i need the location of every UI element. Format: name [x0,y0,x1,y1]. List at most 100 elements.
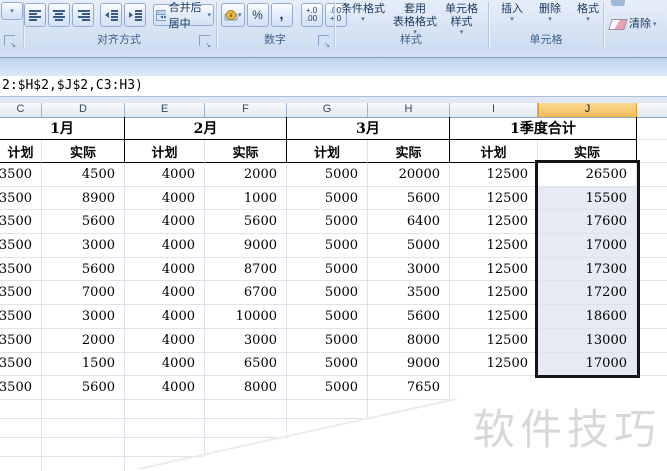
cell-C10[interactable]: 3500 [0,328,42,353]
column-header-I[interactable]: I [450,103,538,117]
cell-E12[interactable]: 4000 [125,376,205,400]
align-left-button[interactable] [24,3,46,27]
cell-D4[interactable]: 8900 [42,186,125,211]
cell-K4[interactable] [637,187,667,211]
cell-D10[interactable]: 2000 [42,328,125,353]
cell-G7[interactable]: 5000 [287,257,368,282]
cell-C7[interactable]: 3500 [0,257,42,282]
column-header-H[interactable]: H [368,103,450,117]
cell-G11[interactable]: 5000 [287,352,368,377]
cell-F8[interactable]: 6700 [205,281,287,306]
merged-header-1[interactable]: 1月 [0,117,125,140]
sub-header-G2[interactable]: 计划 [287,140,368,163]
cell-E5[interactable]: 4000 [125,210,205,235]
cell-C9[interactable]: 3500 [0,305,42,329]
cell-F6[interactable]: 9000 [205,234,287,258]
cell-I8[interactable]: 12500 [450,281,538,306]
cell-G12[interactable]: 5000 [287,376,368,400]
cell-H5[interactable]: 6400 [368,210,450,235]
cell-D8[interactable]: 7000 [42,281,125,306]
increase-indent-button[interactable] [124,3,147,27]
delete-cells-button[interactable]: 删除 ▾ [536,2,564,24]
cell-E8[interactable]: 4000 [125,281,205,306]
percent-style-button[interactable]: % [246,3,269,27]
autosum-icon-partial[interactable] [611,0,625,6]
merged-header-3[interactable]: 3月 [287,117,450,140]
cell-K6[interactable] [637,234,667,258]
cell-F5[interactable]: 5600 [205,210,287,235]
align-right-button[interactable] [72,3,94,27]
cell-C8[interactable]: 3500 [0,281,42,306]
cell-K2[interactable] [637,140,667,163]
cell-F13[interactable] [205,399,287,419]
decrease-indent-button[interactable] [100,3,123,27]
cell-H9[interactable]: 5600 [368,305,450,329]
cell-K5[interactable] [637,210,667,235]
column-header-J[interactable]: J [538,103,637,117]
cell-E15[interactable] [125,437,205,457]
cell-F4[interactable]: 1000 [205,186,287,211]
cell-C13[interactable] [0,399,42,419]
cell-E11[interactable]: 4000 [125,352,205,377]
cell-H3[interactable]: 20000 [368,163,450,187]
cell-K7[interactable] [637,258,667,282]
merge-center-button[interactable]: 合并后居中 ▾ [152,2,214,30]
format-cells-button[interactable]: 格式 ▾ [574,2,602,24]
cell-G4[interactable]: 5000 [287,186,368,211]
cell-I7[interactable]: 12500 [450,257,538,282]
cell-H11[interactable]: 9000 [368,352,450,377]
cell-C4[interactable]: 3500 [0,186,42,211]
cell-F9[interactable]: 10000 [205,305,287,329]
border-dropdown-button[interactable]: ▾ [1,2,23,20]
cell-I10[interactable]: 12500 [450,328,538,353]
cell-G10[interactable]: 5000 [287,328,368,353]
cell-I11[interactable]: 12500 [450,352,538,377]
cell-G3[interactable]: 5000 [287,163,368,187]
cell-E6[interactable]: 4000 [125,234,205,258]
cell-E7[interactable]: 4000 [125,257,205,282]
cell-E14[interactable] [125,418,205,438]
font-dialog-launcher-icon[interactable] [4,35,16,49]
cell-D15[interactable] [42,437,125,457]
merged-header-2[interactable]: 2月 [125,117,287,140]
cell-H6[interactable]: 5000 [368,234,450,258]
cell-H7[interactable]: 3000 [368,257,450,282]
column-header-C[interactable]: C [0,103,42,117]
cell-G6[interactable]: 5000 [287,234,368,258]
cell-F12[interactable]: 8000 [205,376,287,400]
cell-D5[interactable]: 5600 [42,210,125,235]
column-header-F[interactable]: F [205,103,287,117]
cell-D14[interactable] [42,418,125,438]
accounting-format-button[interactable]: ¥ ▾ [221,3,245,27]
cell-F3[interactable]: 2000 [205,163,287,187]
cell-G13[interactable] [287,399,368,419]
cell-D13[interactable] [42,399,125,419]
cell-E9[interactable]: 4000 [125,305,205,329]
cell-G9[interactable]: 5000 [287,305,368,329]
cell-K10[interactable] [637,329,667,353]
insert-cells-button[interactable]: 插入 ▾ [498,2,526,24]
cell-C12[interactable]: 3500 [0,376,42,400]
cell-H10[interactable]: 8000 [368,328,450,353]
cell-E10[interactable]: 4000 [125,328,205,353]
column-header-D[interactable]: D [42,103,125,117]
cell-I4[interactable]: 12500 [450,186,538,211]
cell-E4[interactable]: 4000 [125,186,205,211]
cell-K8[interactable] [637,281,667,306]
number-dialog-launcher-icon[interactable] [318,35,330,49]
cell-D3[interactable]: 4500 [42,163,125,187]
cell-H4[interactable]: 5600 [368,186,450,211]
sub-header-C2[interactable]: 计划 [0,140,42,163]
cell-K1[interactable] [637,117,667,140]
cell-K3[interactable] [637,163,667,187]
sub-header-F2[interactable]: 实际 [205,140,287,163]
cell-I9[interactable]: 12500 [450,305,538,329]
clear-button[interactable]: 清除 ▾ [607,17,660,32]
column-header-G[interactable]: G [287,103,368,117]
cell-C5[interactable]: 3500 [0,210,42,235]
column-header-partial[interactable] [637,103,667,117]
cell-D12[interactable]: 5600 [42,376,125,400]
column-header-E[interactable]: E [125,103,205,117]
selection-border[interactable] [535,160,640,378]
cell-C15[interactable] [0,437,42,457]
